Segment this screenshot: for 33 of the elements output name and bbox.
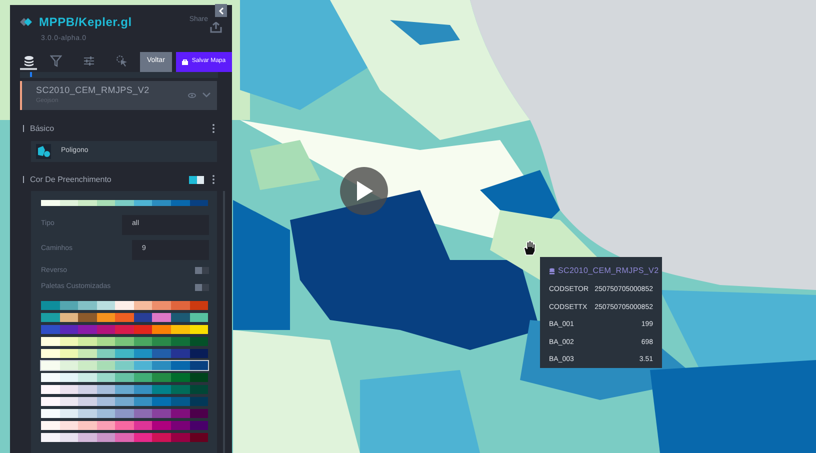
section-title: Básico [30,122,54,134]
chevron-left-icon [218,6,224,14]
logo-icon [20,17,34,27]
palette-option[interactable] [40,372,209,382]
layer-name: SC2010_CEM_RMJPS_V2 [36,84,150,97]
app-title: MPPB/Kepler.gl [39,14,132,31]
pointer-icon [116,54,128,66]
palette-option[interactable] [40,348,209,358]
palette-option[interactable] [40,312,209,322]
more-icon[interactable] [212,175,215,184]
database-icon [549,268,555,274]
palette-option[interactable] [40,324,209,334]
palette-option[interactable] [40,300,209,310]
polygon-icon [36,144,51,158]
palette-option[interactable] [40,336,209,346]
toggle-switch[interactable] [195,284,209,291]
palette-option[interactable] [40,384,209,394]
lock-icon [182,58,188,64]
filter-icon [50,54,62,66]
color-swatch-toggle[interactable] [189,176,204,184]
palette-option[interactable] [40,432,209,442]
layers-icon [22,54,34,66]
collapse-button[interactable] [215,4,227,17]
palette-option[interactable] [40,420,209,430]
panel-tab[interactable] [20,53,37,70]
share-icon[interactable] [210,22,222,33]
tooltip-title: SC2010_CEM_RMJPS_V2 [558,265,659,277]
sliders-icon [82,54,94,66]
section-title: Cor De Preenchimento [30,174,112,186]
palette-option[interactable] [40,396,209,406]
palette-option[interactable] [40,408,209,418]
more-icon[interactable] [212,124,215,133]
toggle-switch[interactable] [195,267,209,274]
